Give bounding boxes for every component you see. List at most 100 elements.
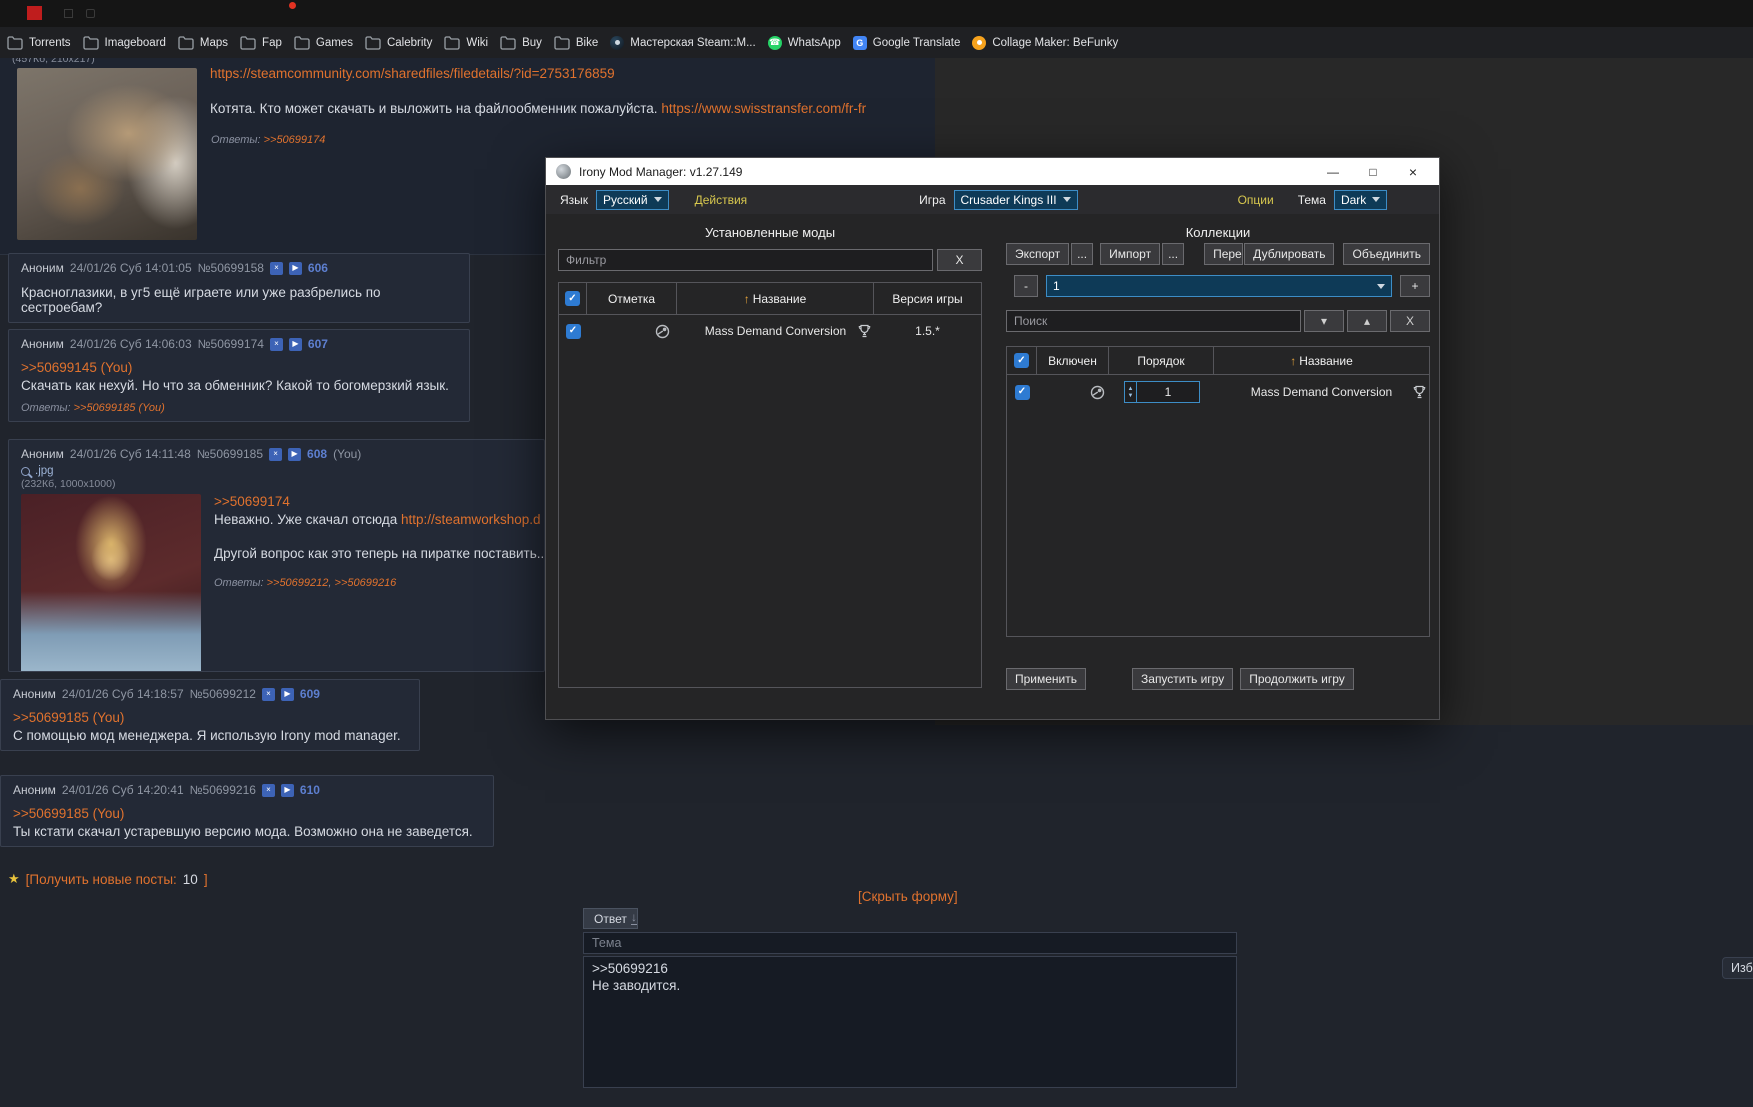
op-swisstransfer-link[interactable]: https://www.swisstransfer.com/fr-fr — [661, 101, 866, 116]
column-name[interactable]: ↑Название — [677, 283, 874, 314]
hide-post-icon[interactable]: × — [262, 688, 275, 701]
attach-file-icon[interactable]: ↓ — [631, 910, 637, 925]
post-ordinal[interactable]: 607 — [308, 337, 328, 351]
actions-menu[interactable]: Действия — [695, 193, 748, 207]
op-steam-link[interactable]: https://steamcommunity.com/sharedfiles/f… — [210, 66, 615, 81]
hide-post-icon[interactable]: × — [262, 784, 275, 797]
filter-input[interactable] — [558, 249, 933, 271]
get-new-posts[interactable]: ★ [Получить новые посты: 10] — [8, 871, 208, 887]
op-image-thumbnail[interactable] — [17, 68, 197, 240]
mod-checkbox[interactable]: ✓ — [1015, 385, 1030, 400]
menu-bar: Язык Русский Действия Игра Crusader King… — [546, 185, 1439, 214]
import-more-button[interactable]: ... — [1162, 243, 1184, 265]
post-number[interactable]: №50699185 — [197, 447, 263, 461]
folder-icon — [178, 36, 194, 50]
clear-filter-button[interactable]: X — [937, 249, 982, 271]
post-number[interactable]: №50699212 — [190, 687, 256, 701]
apply-button[interactable]: Применить — [1006, 668, 1086, 690]
select-all-checkbox[interactable]: ✓ — [1014, 353, 1029, 368]
reply-link[interactable]: >>50699185 (You) — [74, 402, 165, 414]
launch-game-button[interactable]: Запустить игру — [1132, 668, 1233, 690]
column-enabled[interactable]: Включен — [1037, 347, 1109, 374]
expand-post-icon[interactable]: ▶ — [288, 448, 301, 461]
quote-link[interactable]: >>50699174 — [214, 494, 290, 509]
bookmark-bike[interactable]: Bike — [548, 33, 604, 53]
options-menu[interactable]: Опции — [1238, 193, 1274, 207]
mod-row[interactable]: ✓ Mass Demand Conversion 1.5.* — [559, 315, 981, 347]
expand-post-icon[interactable]: ▶ — [281, 688, 294, 701]
search-up-button[interactable]: ▴ — [1347, 310, 1387, 332]
reply-tab-button[interactable]: Ответ — [583, 908, 638, 929]
add-collection-button[interactable]: + — [1400, 275, 1430, 297]
bookmark-buy[interactable]: Buy — [494, 33, 548, 53]
collection-search-input[interactable] — [1006, 310, 1301, 332]
language-select[interactable]: Русский — [596, 190, 669, 210]
bookmark-wiki[interactable]: Wiki — [438, 33, 494, 53]
bookmark-calebrity[interactable]: Calebrity — [359, 33, 438, 53]
spinner-arrows[interactable]: ▲ ▼ — [1125, 382, 1138, 402]
column-game-version[interactable]: Версия игры — [874, 283, 981, 314]
collection-select[interactable]: 1 — [1046, 275, 1392, 297]
hide-post-icon[interactable]: × — [269, 448, 282, 461]
mod-checkbox[interactable]: ✓ — [566, 324, 581, 339]
collection-mod-row[interactable]: ✓ ▲ ▼ 1 Mass Deman — [1007, 375, 1429, 409]
rename-button[interactable]: Переименовать — [1204, 243, 1243, 265]
favorites-tab[interactable]: Избра — [1722, 957, 1753, 979]
reply-link[interactable]: >>50699174 — [264, 134, 326, 146]
close-button[interactable]: × — [1397, 164, 1429, 180]
select-all-checkbox[interactable]: ✓ — [565, 291, 580, 306]
bookmark-fap[interactable]: Fap — [234, 33, 288, 53]
order-spinner[interactable]: ▲ ▼ 1 — [1124, 381, 1200, 403]
subject-input[interactable] — [583, 932, 1237, 954]
bookmark-whatsapp[interactable]: ☎ WhatsApp — [762, 33, 847, 53]
post-ordinal[interactable]: 606 — [308, 261, 328, 275]
reply-link[interactable]: >>50699216 — [335, 577, 397, 589]
maximize-button[interactable]: □ — [1357, 165, 1389, 179]
column-order[interactable]: Порядок — [1109, 347, 1214, 374]
export-button[interactable]: Экспорт — [1006, 243, 1069, 265]
quote-link[interactable]: >>50699185 (You) — [13, 806, 124, 821]
bookmark-steam-workshop[interactable]: Мастерская Steam::M... — [604, 33, 761, 53]
column-name[interactable]: ↑Название — [1214, 347, 1429, 374]
import-button[interactable]: Импорт — [1100, 243, 1160, 265]
hide-post-icon[interactable]: × — [270, 262, 283, 275]
post-ordinal[interactable]: 610 — [300, 783, 320, 797]
game-select[interactable]: Crusader Kings III — [954, 190, 1078, 210]
theme-select[interactable]: Dark — [1334, 190, 1387, 210]
reply-link[interactable]: >>50699212 — [267, 577, 329, 589]
column-selected[interactable]: Отметка — [587, 283, 677, 314]
expand-post-icon[interactable]: ▶ — [289, 338, 302, 351]
file-name-link[interactable]: .jpg — [35, 465, 54, 477]
remove-collection-button[interactable]: - — [1014, 275, 1038, 297]
post-image-thumbnail[interactable] — [21, 494, 201, 672]
post-ordinal[interactable]: 608 — [307, 447, 327, 461]
recording-indicator-icon — [289, 2, 296, 9]
hide-post-icon[interactable]: × — [270, 338, 283, 351]
merge-button[interactable]: Объединить — [1343, 243, 1430, 265]
search-down-button[interactable]: ▾ — [1304, 310, 1344, 332]
expand-post-icon[interactable]: ▶ — [281, 784, 294, 797]
expand-post-icon[interactable]: ▶ — [289, 262, 302, 275]
minimize-button[interactable]: — — [1317, 165, 1349, 179]
post-number[interactable]: №50699174 — [198, 337, 264, 351]
workshop-link[interactable]: http://steamworkshop.d — [401, 512, 541, 527]
quote-link[interactable]: >>50699185 (You) — [13, 710, 124, 725]
bookmark-befunky[interactable]: Collage Maker: BeFunky — [966, 33, 1124, 53]
duplicate-button[interactable]: Дублировать — [1244, 243, 1334, 265]
post-ordinal[interactable]: 609 — [300, 687, 320, 701]
comment-textarea[interactable]: >>50699216 Не заводится. — [583, 956, 1237, 1088]
post-number[interactable]: №50699158 — [198, 261, 264, 275]
clear-search-button[interactable]: X — [1390, 310, 1430, 332]
bookmark-torrents[interactable]: Torrents — [1, 33, 77, 53]
bookmarks-bar: Torrents Imageboard Maps Fap Games Caleb… — [0, 27, 1753, 58]
bookmark-maps[interactable]: Maps — [172, 33, 234, 53]
bookmark-google-translate[interactable]: G Google Translate — [847, 33, 967, 53]
hide-form-link[interactable]: [Скрыть форму] — [858, 889, 958, 904]
bookmark-games[interactable]: Games — [288, 33, 359, 53]
resume-game-button[interactable]: Продолжить игру — [1240, 668, 1354, 690]
export-more-button[interactable]: ... — [1071, 243, 1093, 265]
post-number[interactable]: №50699216 — [190, 783, 256, 797]
bookmark-imageboard[interactable]: Imageboard — [77, 33, 172, 53]
post-file-line: .jpg — [21, 465, 532, 477]
quote-link[interactable]: >>50699145 (You) — [21, 360, 132, 375]
